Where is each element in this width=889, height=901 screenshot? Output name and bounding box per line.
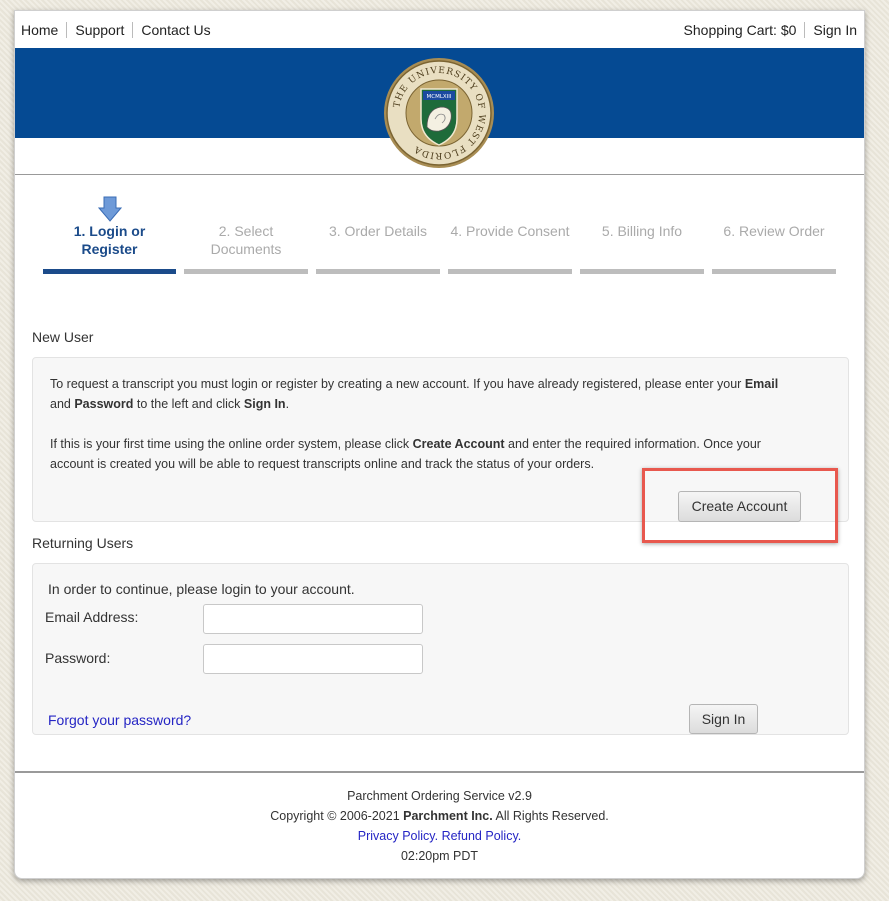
- policy-links: Privacy Policy. Refund Policy.: [15, 826, 864, 846]
- step-label-line1: 4. Provide Consent: [450, 223, 570, 239]
- instruction-text: and: [50, 397, 75, 411]
- step-billing-info: 5. Billing Info: [580, 196, 704, 274]
- step-progress-bar: [448, 269, 572, 274]
- nav-support-link[interactable]: Support: [66, 22, 132, 38]
- shopping-cart-link[interactable]: Shopping Cart: $0: [684, 22, 805, 38]
- returning-users-panel: In order to continue, please login to yo…: [32, 563, 849, 735]
- nav-sign-in-link[interactable]: Sign In: [804, 22, 857, 38]
- refund-policy-link[interactable]: Refund Policy.: [442, 829, 522, 843]
- copyright-text: Copyright © 2006-2021 Parchment Inc. All…: [15, 806, 864, 826]
- step-label-line1: 6. Review Order: [723, 223, 825, 239]
- instruction-text: If this is your first time using the onl…: [50, 437, 413, 451]
- order-progress-steps: 1. Login or Register 2. Select Documents…: [43, 196, 843, 276]
- top-nav: Home Support Contact Us Shopping Cart: $…: [15, 11, 864, 49]
- instruction-email-emphasis: Email: [744, 377, 779, 391]
- privacy-policy-link[interactable]: Privacy Policy.: [358, 829, 438, 843]
- login-intro-text: In order to continue, please login to yo…: [48, 581, 355, 597]
- step-order-details: 3. Order Details: [316, 196, 440, 274]
- step-label-line2: Documents: [210, 241, 282, 257]
- step-label-line1: 5. Billing Info: [601, 223, 683, 239]
- instruction-signin-emphasis: Sign In: [243, 397, 286, 411]
- instruction-create-emphasis: Create Account: [412, 437, 505, 451]
- new-user-heading: New User: [32, 329, 94, 345]
- step-provide-consent: 4. Provide Consent: [448, 196, 572, 274]
- step-progress-bar: [580, 269, 704, 274]
- instruction-text: To request a transcript you must login o…: [50, 377, 745, 391]
- current-time-text: 02:20pm PDT: [400, 849, 479, 863]
- step-progress-bar: [712, 269, 836, 274]
- email-label: Email Address:: [45, 609, 139, 625]
- step-select-documents: 2. Select Documents: [184, 196, 308, 274]
- forgot-password-link[interactable]: Forgot your password?: [48, 712, 191, 728]
- step-review-order: 6. Review Order: [712, 196, 836, 274]
- step-label-line2: Register: [81, 241, 138, 257]
- instruction-password-emphasis: Password: [74, 397, 134, 411]
- footer: Parchment Ordering Service v2.9 Copyrigh…: [15, 786, 864, 866]
- step-label-line1: 1. Login or: [73, 223, 146, 239]
- instruction-text: account is created you will be able to r…: [50, 457, 595, 471]
- email-field[interactable]: [203, 604, 423, 634]
- returning-users-heading: Returning Users: [32, 535, 134, 551]
- service-version-text: Parchment Ordering Service v2.9: [347, 789, 532, 803]
- step-progress-bar: [43, 269, 176, 274]
- new-user-instructions-1: To request a transcript you must login o…: [50, 374, 830, 414]
- header-divider: [15, 174, 864, 175]
- password-label: Password:: [45, 650, 111, 666]
- copyright-suffix: All Rights Reserved.: [492, 809, 609, 823]
- page-container: Home Support Contact Us Shopping Cart: $…: [14, 10, 865, 879]
- step-label-line1: 3. Order Details: [328, 223, 428, 239]
- step-label-line1: 2. Select: [218, 223, 274, 239]
- sign-in-button[interactable]: Sign In: [689, 704, 758, 734]
- password-field[interactable]: [203, 644, 423, 674]
- university-seal-logo: THE UNIVERSITY OF WEST FLORIDA MCMLXIII: [384, 58, 494, 168]
- step-progress-bar: [316, 269, 440, 274]
- nav-contact-link[interactable]: Contact Us: [132, 22, 218, 38]
- instruction-text: and enter the required information. Once…: [504, 437, 761, 451]
- create-account-button[interactable]: Create Account: [678, 491, 801, 522]
- copyright-prefix: Copyright © 2006-2021: [270, 809, 404, 823]
- instruction-text: .: [285, 397, 290, 411]
- footer-divider: [15, 771, 864, 773]
- instruction-text: to the left and click: [133, 397, 244, 411]
- current-step-arrow-icon: [97, 196, 122, 222]
- step-login-register: 1. Login or Register: [43, 196, 176, 274]
- step-progress-bar: [184, 269, 308, 274]
- nav-home-link[interactable]: Home: [21, 22, 66, 38]
- company-name: Parchment Inc.: [403, 809, 493, 823]
- svg-text:MCMLXIII: MCMLXIII: [426, 94, 451, 100]
